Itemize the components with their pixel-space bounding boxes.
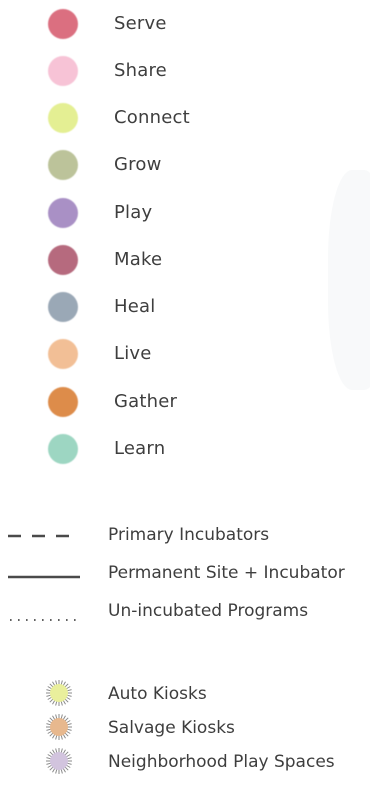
circle-icon bbox=[48, 150, 78, 180]
legend-label: Make bbox=[114, 249, 163, 270]
circle-icon bbox=[48, 387, 78, 417]
legend-label: Play bbox=[114, 202, 153, 223]
circle-icon bbox=[48, 9, 78, 39]
circle-icon bbox=[48, 434, 78, 464]
legend-label: Live bbox=[114, 343, 152, 364]
legend-item-connect: Connect bbox=[0, 99, 370, 133]
legend-item-auto-kiosks: Auto Kiosks bbox=[0, 679, 370, 707]
legend-item-permanent-site: Permanent Site + Incubator bbox=[0, 560, 370, 588]
dotted-line-icon bbox=[8, 619, 80, 621]
circle-icon bbox=[48, 292, 78, 322]
legend-label: Gather bbox=[114, 391, 178, 412]
legend-item-live: Live bbox=[0, 335, 370, 369]
legend-item-salvage-kiosks: Salvage Kiosks bbox=[0, 713, 370, 741]
legend-label: Neighborhood Play Spaces bbox=[108, 752, 335, 772]
circle-icon bbox=[48, 56, 78, 86]
circle-icon bbox=[48, 339, 78, 369]
legend-item-gather: Gather bbox=[0, 383, 370, 417]
legend-label: Un-incubated Programs bbox=[108, 601, 309, 621]
circle-icon bbox=[48, 198, 78, 228]
legend-label: Share bbox=[114, 60, 167, 81]
legend-item-make: Make bbox=[0, 241, 370, 275]
legend-item-learn: Learn bbox=[0, 430, 370, 464]
legend-label: Auto Kiosks bbox=[108, 684, 207, 704]
legend-label: Permanent Site + Incubator bbox=[108, 563, 345, 583]
legend-item-un-incubated: Un-incubated Programs bbox=[0, 598, 370, 626]
legend-label: Heal bbox=[114, 296, 156, 317]
legend-label: Learn bbox=[114, 438, 166, 459]
kiosk-sun-icon bbox=[46, 680, 72, 706]
circle-icon bbox=[48, 103, 78, 133]
legend-label: Connect bbox=[114, 107, 190, 128]
legend-label: Serve bbox=[114, 13, 167, 34]
legend-label: Primary Incubators bbox=[108, 525, 270, 545]
dashed-line-icon bbox=[8, 534, 80, 538]
legend-item-share: Share bbox=[0, 52, 370, 86]
legend-item-grow: Grow bbox=[0, 146, 370, 180]
legend-item-primary-incubators: Primary Incubators bbox=[0, 522, 370, 550]
legend-item-play: Play bbox=[0, 194, 370, 228]
legend-label: Salvage Kiosks bbox=[108, 718, 235, 738]
legend-item-neighborhood-play: Neighborhood Play Spaces bbox=[0, 747, 370, 775]
kiosk-sun-icon bbox=[46, 714, 72, 740]
legend-item-serve: Serve bbox=[0, 5, 370, 39]
legend-label: Grow bbox=[114, 154, 162, 175]
circle-icon bbox=[48, 245, 78, 275]
map-legend: Serve Share Connect Grow Play Make Heal … bbox=[0, 0, 370, 791]
legend-item-heal: Heal bbox=[0, 288, 370, 322]
kiosk-sun-icon bbox=[46, 748, 72, 774]
solid-line-icon bbox=[8, 575, 80, 579]
